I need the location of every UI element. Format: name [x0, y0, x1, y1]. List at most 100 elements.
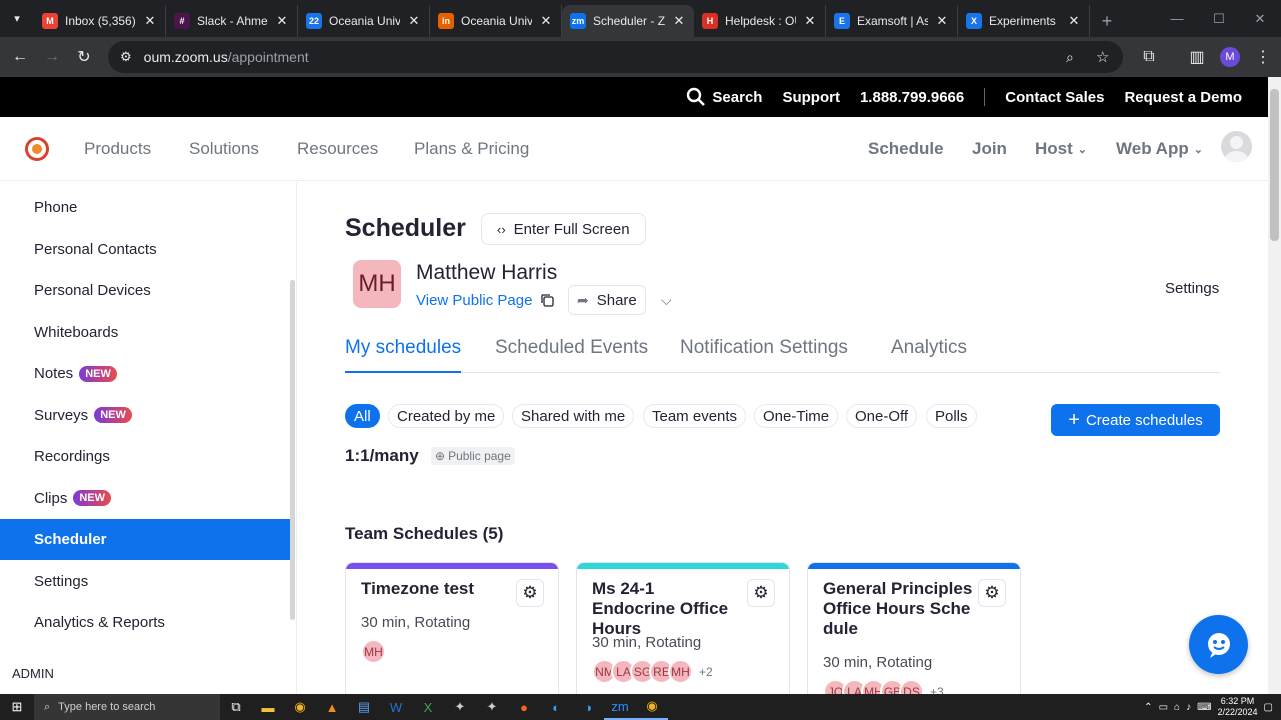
chrome-icon[interactable]: ◉ [636, 694, 668, 720]
team-schedule-card[interactable]: Timezone test ⚙ 30 min, Rotating MH [345, 562, 559, 694]
close-tab-icon[interactable]: ✕ [672, 13, 686, 29]
filter-created-by-me[interactable]: Created by me [388, 404, 505, 428]
battery-icon[interactable]: ▭ [1159, 702, 1168, 713]
close-tab-icon[interactable]: ✕ [539, 13, 553, 29]
nav-products[interactable]: Products [84, 139, 151, 159]
close-tab-icon[interactable]: ✕ [407, 13, 421, 29]
windows-start-icon[interactable]: ⊞ [0, 694, 34, 720]
browser-tab[interactable]: in Oceania Unive ✕ [430, 5, 562, 37]
firefox-icon[interactable]: ● [508, 694, 540, 720]
nav-host[interactable]: Host ⌄ [1035, 139, 1087, 159]
sidebar-item-surveys[interactable]: Surveys NEW [0, 395, 292, 436]
browser-tab[interactable]: X Experiments ✕ [958, 5, 1090, 37]
sidebar-item-personal-devices[interactable]: Personal Devices [0, 270, 292, 311]
nav-join[interactable]: Join [972, 139, 1007, 159]
file-explorer-icon[interactable]: ▬ [252, 694, 284, 720]
request-demo-link[interactable]: Request a Demo [1124, 89, 1242, 106]
zoom-icon[interactable]: zm [604, 694, 636, 720]
chevron-up-icon[interactable]: ⌃ [1144, 702, 1152, 713]
app-icon[interactable]: ✦ [444, 694, 476, 720]
close-window-icon[interactable]: ✕ [1239, 0, 1281, 37]
browser-tab[interactable]: zm Scheduler - Z ✕ [562, 5, 694, 37]
excel-icon[interactable]: X [412, 694, 444, 720]
enter-full-screen-button[interactable]: ‹› Enter Full Screen [481, 213, 646, 245]
tab-search-button[interactable]: ▾ [0, 0, 34, 37]
bookmark-star-icon[interactable]: ☆ [1096, 48, 1109, 66]
reload-icon[interactable]: ↻ [68, 41, 100, 73]
gear-icon[interactable]: ⚙ [747, 579, 775, 607]
browser-menu-icon[interactable]: ⋮ [1247, 41, 1279, 73]
sidebar-item-settings[interactable]: Settings [0, 561, 292, 602]
nav-schedule[interactable]: Schedule [868, 139, 944, 159]
site-info-icon[interactable]: ⚙ [120, 49, 132, 65]
zoom-lens-icon[interactable]: ⌕ [1066, 49, 1074, 66]
sidebar-scrollbar[interactable] [290, 280, 295, 620]
team-schedule-card[interactable]: General Principles Office Hours Sche dul… [807, 562, 1021, 694]
chrome-icon[interactable]: ◉ [284, 694, 316, 720]
tab-notification-settings[interactable]: Notification Settings [680, 337, 848, 373]
sidebar-item-scheduler[interactable]: Scheduler [0, 519, 292, 560]
extensions-icon[interactable]: ⧉ [1133, 41, 1165, 73]
page-scrollbar-thumb[interactable] [1270, 89, 1279, 241]
back-arrow-icon[interactable]: ← [4, 41, 36, 73]
sidebar-item-analytics-reports[interactable]: Analytics & Reports [0, 602, 292, 643]
close-tab-icon[interactable]: ✕ [803, 13, 817, 29]
sidebar-item-phone[interactable]: Phone [0, 187, 292, 228]
phone-number[interactable]: 1.888.799.9666 [860, 89, 964, 106]
taskbar-search[interactable]: ⌕ Type here to search [34, 694, 220, 720]
sidebar-item-notes[interactable]: Notes NEW [0, 353, 292, 394]
app-icon[interactable]: ◑ [572, 694, 604, 720]
minimize-icon[interactable]: — [1156, 0, 1198, 37]
filter-shared-with-me[interactable]: Shared with me [512, 404, 635, 428]
nav-plans-pricing[interactable]: Plans & Pricing [414, 139, 529, 159]
side-panel-icon[interactable]: ▥ [1181, 41, 1213, 73]
task-view-icon[interactable]: ⧉ [220, 694, 252, 720]
sidebar-item-whiteboards[interactable]: Whiteboards [0, 312, 292, 353]
close-tab-icon[interactable]: ✕ [143, 13, 157, 29]
chat-bot-button[interactable] [1189, 615, 1248, 674]
language-icon[interactable]: ⌨ [1197, 702, 1211, 713]
gear-icon[interactable]: ⚙ [516, 579, 544, 607]
notifications-icon[interactable]: ▢ [1264, 702, 1273, 713]
public-page-tag[interactable]: ⊕ Public page [431, 447, 515, 465]
tab-analytics[interactable]: Analytics [891, 337, 967, 373]
contact-sales-link[interactable]: Contact Sales [1005, 89, 1104, 106]
sidebar-item-personal-contacts[interactable]: Personal Contacts [0, 229, 292, 270]
browser-tab[interactable]: M Inbox (5,356) ✕ [34, 5, 166, 37]
sidebar-item-clips[interactable]: Clips NEW [0, 478, 292, 519]
nav-resources[interactable]: Resources [297, 139, 378, 159]
address-bar[interactable]: ⚙ oum.zoom.us/appointment ⌕ ☆ [108, 41, 1123, 73]
browser-tab[interactable]: 22 Oceania Unive ✕ [298, 5, 430, 37]
close-tab-icon[interactable]: ✕ [1067, 13, 1081, 29]
support-link[interactable]: Support [782, 89, 840, 106]
browser-tab[interactable]: # Slack - Ahmed ✕ [166, 5, 298, 37]
tab-my-schedules[interactable]: My schedules [345, 337, 462, 373]
browser-tab[interactable]: E Examsoft | As ✕ [826, 5, 958, 37]
more-options-chevron-icon[interactable]: ⌵ [661, 292, 672, 309]
close-tab-icon[interactable]: ✕ [275, 13, 289, 29]
team-schedule-card[interactable]: Ms 24-1 Endocrine Office Hours ⚙ 30 min, R… [576, 562, 790, 694]
filter-team-events[interactable]: Team events [643, 404, 747, 428]
nav-web-app[interactable]: Web App ⌄ [1116, 139, 1203, 159]
document-icon[interactable]: ▤ [348, 694, 380, 720]
app-icon[interactable]: ◐ [540, 694, 572, 720]
user-avatar[interactable] [1221, 131, 1252, 162]
nav-solutions[interactable]: Solutions [189, 139, 259, 159]
forward-arrow-icon[interactable]: → [36, 41, 68, 73]
volume-icon[interactable]: ♪ [1186, 702, 1191, 713]
page-scrollbar[interactable] [1268, 77, 1281, 694]
tab-scheduled-events[interactable]: Scheduled Events [495, 337, 648, 373]
site-logo[interactable] [25, 137, 49, 161]
vlc-icon[interactable]: ▲ [316, 694, 348, 720]
new-tab-button[interactable]: + [1090, 5, 1124, 37]
close-tab-icon[interactable]: ✕ [935, 13, 949, 29]
view-public-page-link[interactable]: View Public Page [416, 292, 555, 309]
create-schedules-button[interactable]: + Create schedules [1051, 404, 1220, 436]
gear-icon[interactable]: ⚙ [978, 579, 1006, 607]
network-icon[interactable]: ⌂ [1174, 702, 1180, 713]
clock[interactable]: 6:32 PM 2/22/2024 [1218, 696, 1258, 718]
filter-one-off[interactable]: One-Off [846, 404, 918, 428]
browser-tab[interactable]: H Helpdesk : OU ✕ [694, 5, 826, 37]
filter-polls[interactable]: Polls [926, 404, 977, 428]
profile-avatar[interactable]: M [1220, 47, 1240, 67]
